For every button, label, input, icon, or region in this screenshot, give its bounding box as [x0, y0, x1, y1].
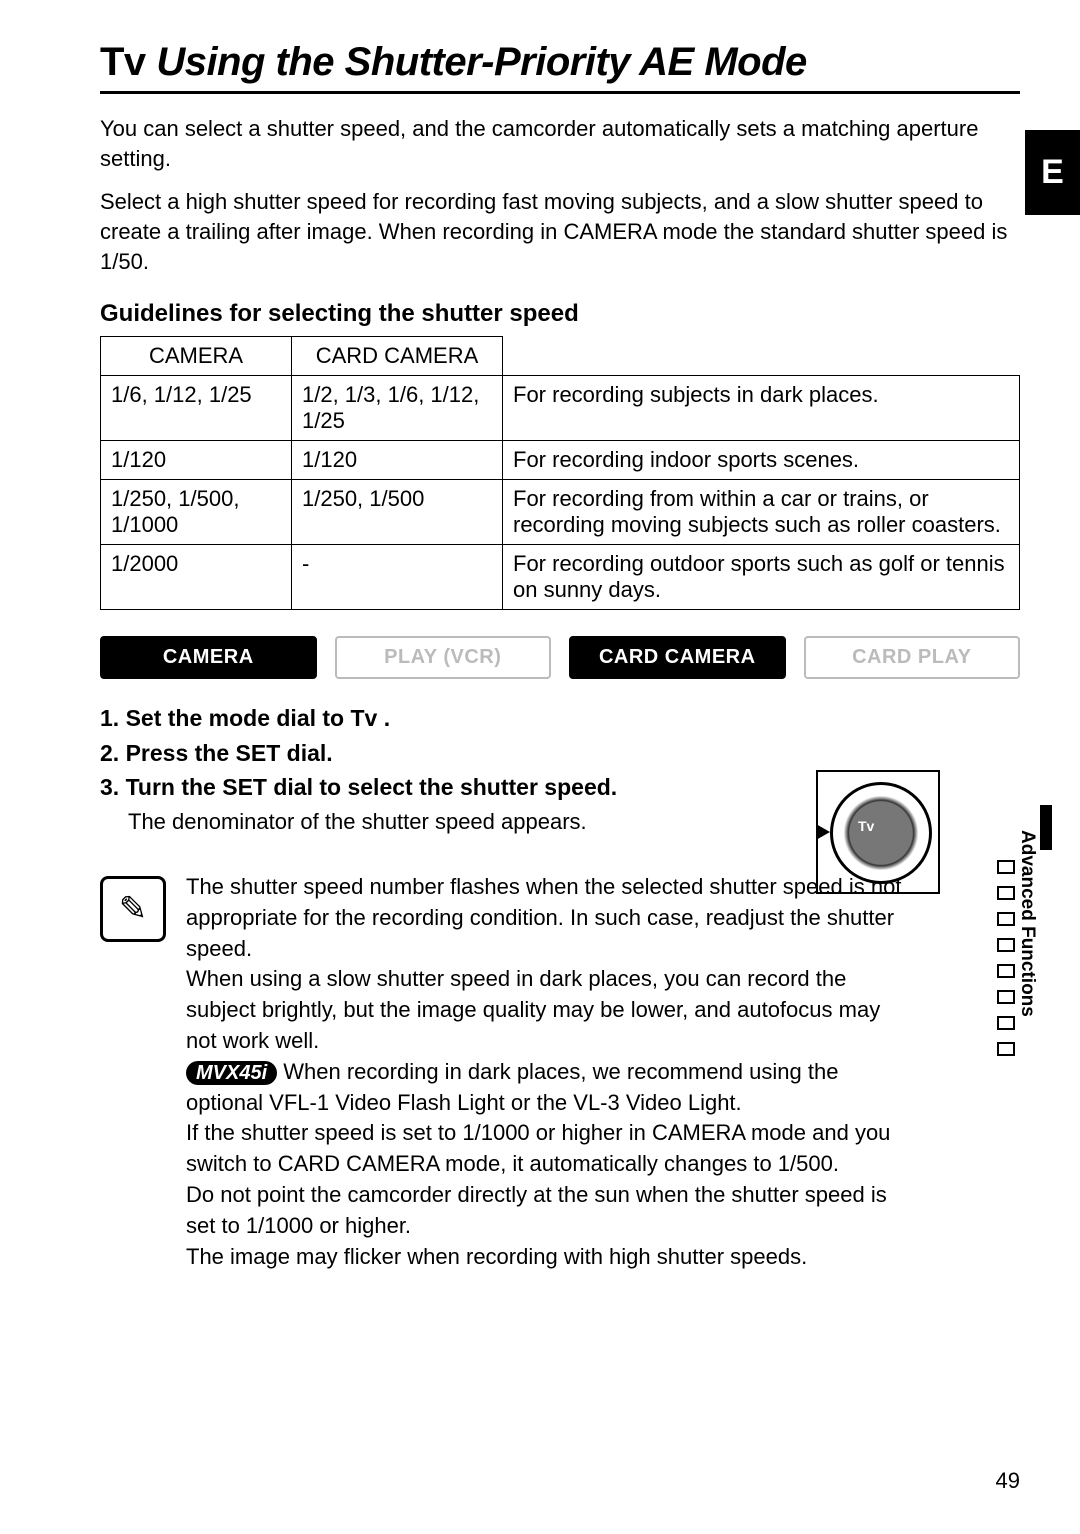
cell-desc: For recording outdoor sports such as gol…: [503, 545, 1020, 610]
title-main: Using the Shutter-Priority AE Mode: [156, 40, 806, 84]
cell-card: -: [292, 545, 503, 610]
table-row: 1/2000 - For recording outdoor sports su…: [101, 545, 1020, 610]
table-header-camera: CAMERA: [101, 337, 292, 376]
page-title-wrap: Tv Using the Shutter-Priority AE Mode: [100, 40, 1020, 94]
pill-camera: CAMERA: [100, 636, 317, 679]
side-dots-icon: [997, 860, 1015, 1056]
note-icon: ✎: [100, 876, 166, 942]
language-tab: E: [1025, 130, 1080, 215]
side-section-label: Advanced Functions: [1016, 830, 1038, 1017]
note-6: The image may flicker when recording wit…: [186, 1244, 807, 1269]
cell-camera: 1/120: [101, 441, 292, 480]
shutter-speed-table: CAMERA CARD CAMERA 1/6, 1/12, 1/25 1/2, …: [100, 336, 1020, 610]
notes-block: ✎ The shutter speed number flashes when …: [100, 872, 1020, 1272]
intro-para-1: You can select a shutter speed, and the …: [100, 114, 1020, 173]
mode-pill-row: CAMERA PLAY (VCR) CARD CAMERA CARD PLAY: [100, 636, 1020, 679]
cell-desc: For recording subjects in dark places.: [503, 376, 1020, 441]
cell-card: 1/2, 1/3, 1/6, 1/12, 1/25: [292, 376, 503, 441]
pill-card-play: CARD PLAY: [804, 636, 1021, 679]
note-3: When recording in dark places, we recomm…: [186, 1059, 838, 1115]
side-section-mark: [1040, 805, 1052, 850]
page-title: Tv Using the Shutter-Priority AE Mode: [100, 40, 1020, 85]
step-2: 2. Press the SET dial.: [100, 736, 1020, 771]
pill-play-vcr: PLAY (VCR): [335, 636, 552, 679]
table-header-card-camera: CARD CAMERA: [292, 337, 503, 376]
title-prefix: Tv: [100, 40, 146, 84]
cell-camera: 1/250, 1/500, 1/1000: [101, 480, 292, 545]
note-4: If the shutter speed is set to 1/1000 or…: [186, 1120, 890, 1176]
note-5: Do not point the camcorder directly at t…: [186, 1182, 887, 1238]
note-1: The shutter speed number flashes when th…: [186, 874, 901, 961]
table-header-desc: [503, 337, 1020, 376]
dial-pointer-icon: [816, 824, 830, 840]
cell-camera: 1/2000: [101, 545, 292, 610]
table-row: 1/120 1/120 For recording indoor sports …: [101, 441, 1020, 480]
step-1: 1. Set the mode dial to Tv .: [100, 701, 1020, 736]
mode-dial-illustration: Tv: [816, 770, 940, 894]
pill-card-camera: CARD CAMERA: [569, 636, 786, 679]
model-badge: MVX45i: [186, 1061, 277, 1085]
table-row: 1/250, 1/500, 1/1000 1/250, 1/500 For re…: [101, 480, 1020, 545]
cell-camera: 1/6, 1/12, 1/25: [101, 376, 292, 441]
cell-card: 1/250, 1/500: [292, 480, 503, 545]
cell-card: 1/120: [292, 441, 503, 480]
page-number: 49: [996, 1468, 1020, 1494]
notes-text: The shutter speed number flashes when th…: [186, 872, 910, 1272]
dial-circle-icon: [830, 782, 932, 884]
dial-tv-label: Tv: [858, 818, 874, 834]
note-2: When using a slow shutter speed in dark …: [186, 966, 880, 1053]
table-row: 1/6, 1/12, 1/25 1/2, 1/3, 1/6, 1/12, 1/2…: [101, 376, 1020, 441]
cell-desc: For recording indoor sports scenes.: [503, 441, 1020, 480]
cell-desc: For recording from within a car or train…: [503, 480, 1020, 545]
intro-para-2: Select a high shutter speed for recordin…: [100, 187, 1020, 276]
guidelines-heading: Guidelines for selecting the shutter spe…: [100, 300, 1020, 328]
